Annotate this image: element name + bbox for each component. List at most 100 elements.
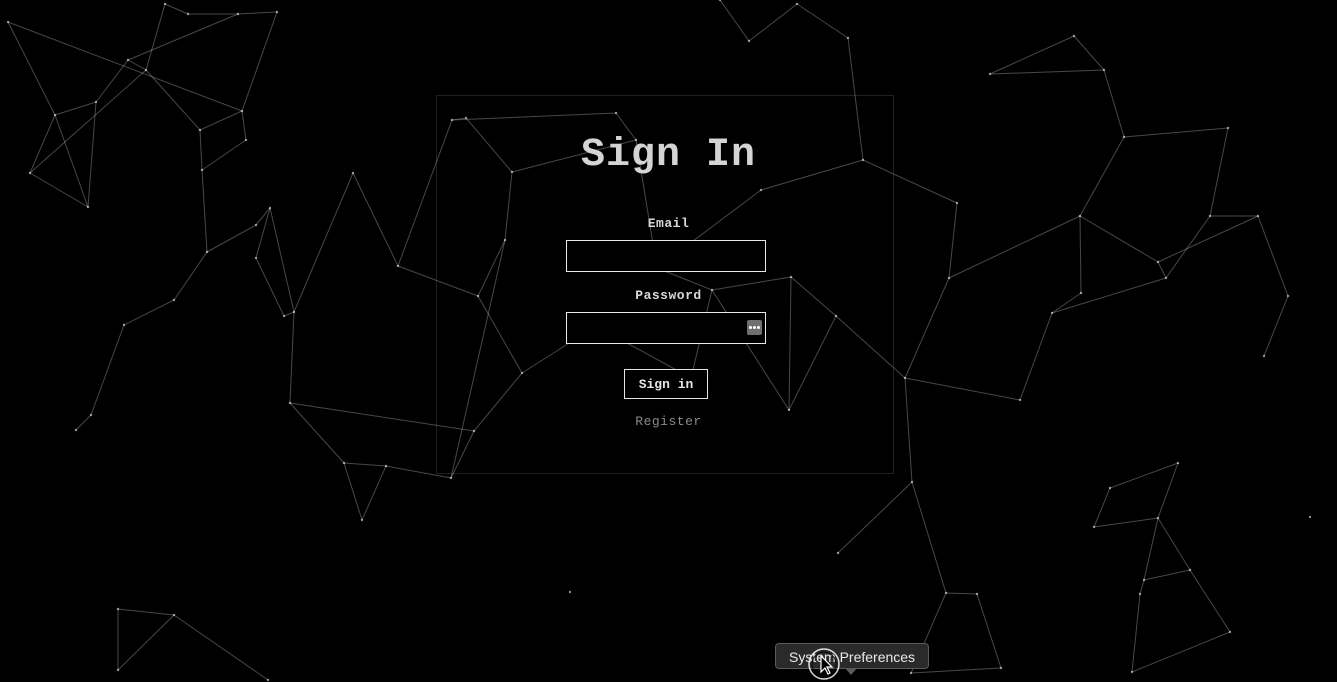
sign-in-button[interactable]: Sign in <box>624 369 708 399</box>
network-node <box>198 128 202 132</box>
password-field[interactable] <box>566 312 766 344</box>
network-edge <box>7 21 243 112</box>
network-node <box>282 314 286 318</box>
network-edge <box>237 11 278 15</box>
email-field[interactable] <box>566 240 766 272</box>
network-edge <box>29 172 89 208</box>
network-node <box>122 323 126 327</box>
network-node <box>116 607 120 611</box>
network-node <box>846 36 850 40</box>
network-node <box>1138 592 1142 596</box>
network-node <box>53 113 57 117</box>
register-link[interactable]: Register <box>0 414 1337 429</box>
network-node <box>909 671 913 675</box>
network-node <box>384 464 388 468</box>
network-edge <box>948 202 958 279</box>
network-node <box>240 109 244 113</box>
network-node <box>275 10 279 14</box>
password-manager-key-icon[interactable] <box>747 320 762 335</box>
network-node <box>1142 578 1146 582</box>
network-edge <box>904 377 913 483</box>
network-node <box>163 2 167 6</box>
mouse-cursor-icon <box>808 648 840 680</box>
network-node <box>6 20 10 24</box>
network-node <box>1226 126 1230 130</box>
network-edge <box>201 169 208 253</box>
dock-tooltip-arrow <box>845 668 857 675</box>
network-edge <box>837 481 913 554</box>
network-node <box>999 666 1003 670</box>
password-label: Password <box>635 288 702 303</box>
network-node <box>795 2 799 6</box>
network-node <box>94 100 98 104</box>
network-edge <box>173 614 269 681</box>
network-node <box>836 551 840 555</box>
network-node <box>236 12 240 16</box>
network-edge <box>241 11 278 112</box>
network-node <box>1308 515 1312 519</box>
network-edge <box>719 0 750 42</box>
network-node <box>1102 68 1106 72</box>
network-edge <box>199 110 243 131</box>
network-edge <box>1093 517 1159 528</box>
network-edge <box>904 377 1021 401</box>
network-node <box>116 668 120 672</box>
network-node <box>74 428 78 432</box>
network-node <box>1018 398 1022 402</box>
network-edge <box>1019 312 1053 401</box>
network-edge <box>90 324 125 416</box>
network-node <box>1262 354 1266 358</box>
network-edge <box>911 481 947 594</box>
network-edge <box>1189 569 1231 633</box>
network-node <box>955 201 959 205</box>
network-edge <box>989 35 1075 75</box>
network-node <box>205 250 209 254</box>
network-edge <box>1131 593 1141 673</box>
network-node <box>944 591 948 595</box>
network-node <box>568 590 572 594</box>
network-edge <box>1103 69 1125 138</box>
network-edge <box>255 257 285 317</box>
network-edge <box>945 592 978 595</box>
network-edge <box>1143 569 1191 581</box>
page-title: Sign In <box>580 133 757 178</box>
network-node <box>947 276 951 280</box>
network-node <box>266 678 270 682</box>
network-node <box>747 39 751 43</box>
network-node <box>396 264 400 268</box>
network-node <box>449 476 453 480</box>
network-edge <box>976 593 1002 669</box>
network-edge <box>123 299 175 326</box>
network-edge <box>1131 631 1231 673</box>
network-edge <box>7 21 56 116</box>
network-edge <box>343 462 387 467</box>
network-node <box>292 310 296 314</box>
network-edge <box>283 311 295 317</box>
network-edge <box>1139 579 1145 595</box>
network-node <box>1156 260 1160 264</box>
network-edge <box>1157 261 1167 279</box>
network-edge <box>1073 35 1105 71</box>
network-edge <box>117 614 175 671</box>
network-node <box>910 480 914 484</box>
network-node <box>1188 568 1192 572</box>
network-edge <box>289 311 295 404</box>
network-node <box>1108 486 1112 490</box>
network-node <box>186 12 190 16</box>
network-node <box>1072 34 1076 38</box>
network-edge <box>796 3 849 39</box>
network-node <box>268 206 272 210</box>
network-edge <box>145 69 201 131</box>
network-edge <box>117 608 175 616</box>
network-edge <box>164 3 189 15</box>
network-edge <box>361 465 387 521</box>
network-node <box>903 376 907 380</box>
login-screen: Sign In Email Password Sign in Register … <box>0 0 1337 682</box>
email-label: Email <box>647 216 690 231</box>
network-node <box>1050 311 1054 315</box>
network-node <box>1156 516 1160 520</box>
network-node <box>144 68 148 72</box>
network-node <box>360 518 364 522</box>
network-edge <box>989 69 1105 75</box>
network-node <box>1092 525 1096 529</box>
